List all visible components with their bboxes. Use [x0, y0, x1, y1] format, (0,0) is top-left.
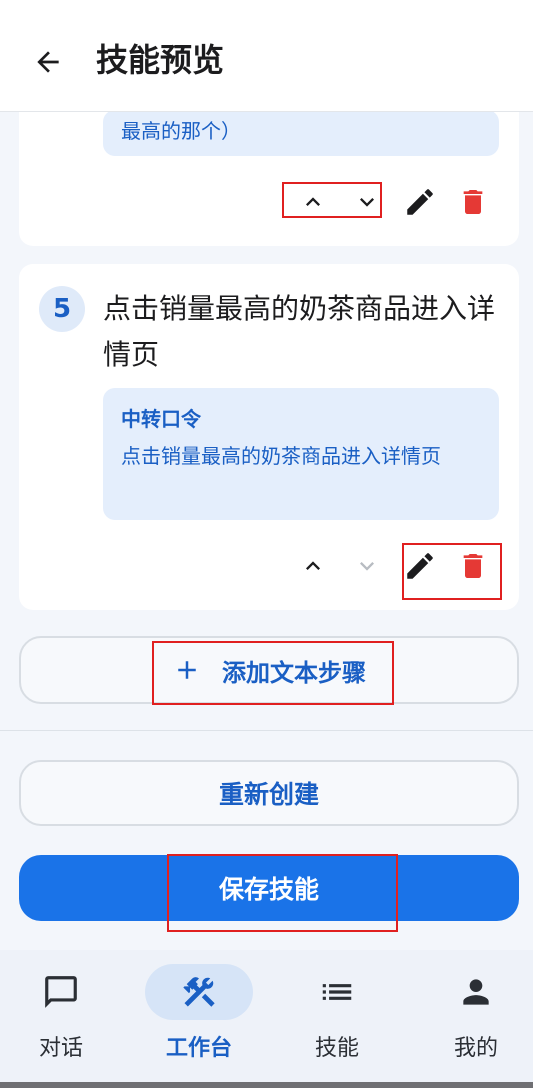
step-quote-text: 最高的那个）: [121, 119, 241, 143]
chevron-up-icon: [306, 197, 320, 206]
save-skill-label: 保存技能: [218, 875, 319, 904]
person-icon: [463, 979, 489, 1005]
add-text-step-button[interactable]: 添加文本步骤: [19, 636, 519, 704]
home-indicator: [0, 1082, 533, 1088]
step-quote: 最高的那个）: [103, 110, 499, 156]
nav-icon-container: [283, 964, 391, 1020]
chevron-down-icon: [360, 198, 374, 207]
step-title: 点击销量最高的奶茶商品进入详情页: [103, 292, 496, 371]
nav-icon-container: [145, 964, 253, 1020]
page-title: 技能预览: [96, 41, 225, 79]
trash-icon: [463, 190, 483, 214]
nav-label: 技能: [314, 1036, 359, 1061]
step-quote: 中转口令 点击销量最高的奶茶商品进入详情页: [103, 388, 499, 520]
step-card-5: 5 点击销量最高的奶茶商品进入详情页 中转口令 点击销量最高的奶茶商品进入详情页: [19, 264, 519, 610]
trash-icon: [463, 554, 483, 578]
nav-label: 我的: [453, 1036, 498, 1061]
chevron-down-icon: [360, 562, 374, 571]
pencil-icon: [407, 189, 433, 215]
back-button[interactable]: [26, 40, 70, 84]
step-quote-text: 点击销量最高的奶茶商品进入详情页: [121, 444, 441, 468]
divider: [0, 730, 533, 731]
list-icon: [322, 984, 352, 1000]
nav-label: 工作台: [165, 1036, 232, 1061]
recreate-button[interactable]: 重新创建: [19, 760, 519, 826]
arrow-left-icon: [37, 51, 59, 73]
step-quote-label: 中转口令: [121, 407, 201, 431]
move-up-button[interactable]: [293, 182, 333, 222]
delete-step-button[interactable]: [453, 546, 493, 586]
bottom-navigation: 对话 工作台 技能 我的: [0, 950, 533, 1082]
nav-icon-container: [422, 964, 530, 1020]
edit-step-button[interactable]: [400, 182, 440, 222]
nav-item-chat[interactable]: 对话: [1, 964, 121, 1064]
delete-step-button[interactable]: [453, 182, 493, 222]
chevron-up-icon: [306, 561, 320, 570]
nav-item-profile[interactable]: 我的: [416, 964, 533, 1064]
nav-item-workbench[interactable]: 工作台: [139, 964, 259, 1064]
tools-icon: [183, 977, 215, 1007]
move-up-button[interactable]: [293, 546, 333, 586]
plus-icon: [172, 655, 202, 685]
top-app-bar: 技能预览: [0, 0, 533, 112]
save-skill-button[interactable]: 保存技能: [19, 855, 519, 921]
edit-step-button[interactable]: [400, 546, 440, 586]
move-down-button[interactable]: [347, 182, 387, 222]
recreate-label: 重新创建: [218, 780, 319, 809]
step-number-badge: 5: [39, 286, 85, 332]
chat-icon: [45, 976, 77, 1008]
nav-icon-container: [7, 964, 115, 1020]
nav-label: 对话: [38, 1036, 83, 1061]
pencil-icon: [407, 553, 433, 579]
add-text-step-label: 添加文本步骤: [222, 658, 366, 687]
move-down-button-disabled: [347, 546, 387, 586]
nav-item-skills[interactable]: 技能: [277, 964, 397, 1064]
